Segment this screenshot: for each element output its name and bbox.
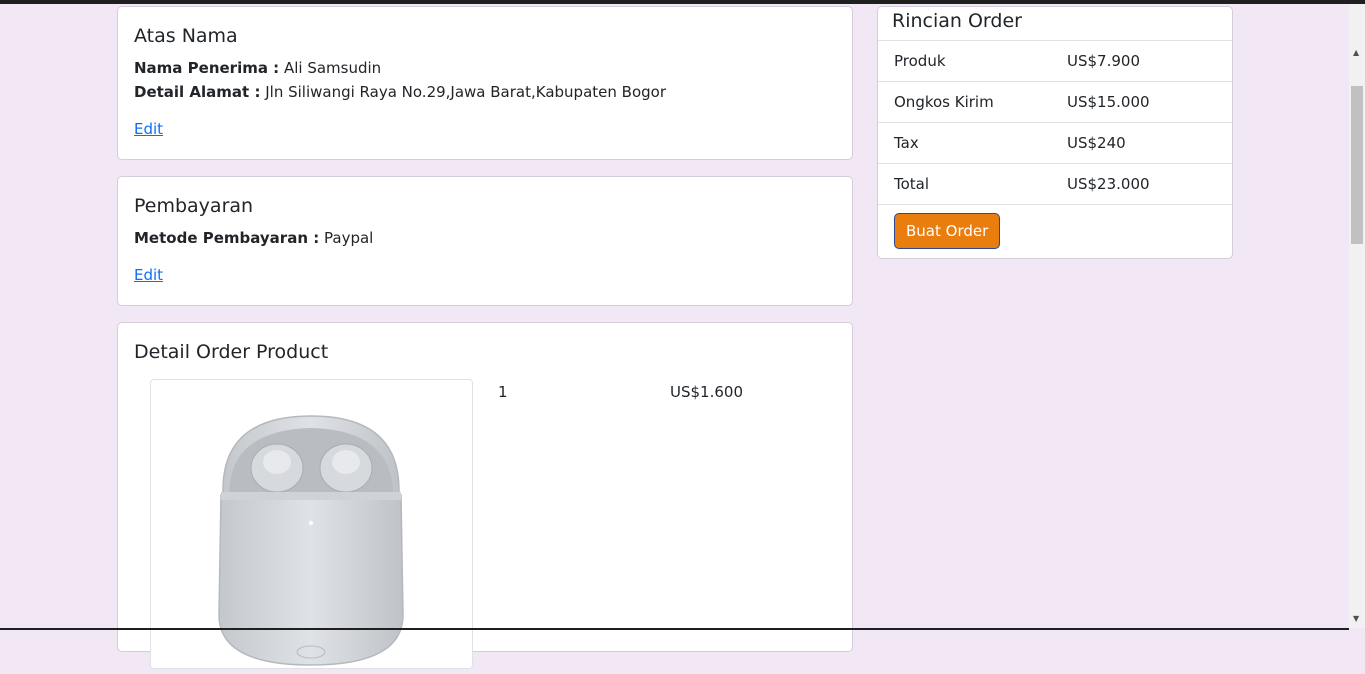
recipient-name-label: Nama Penerima :: [134, 58, 280, 77]
edit-recipient-link[interactable]: Edit: [134, 120, 163, 138]
order-detail-card: Detail Order Product 1 US$1.600: [117, 322, 853, 669]
browser-top-edge: [0, 0, 1365, 4]
scroll-up-icon[interactable]: ▲: [1353, 48, 1359, 57]
payment-method-label: Metode Pembayaran :: [134, 228, 320, 247]
summary-row-value: US$15.000: [1067, 92, 1150, 111]
recipient-card: Atas Nama Nama Penerima : Ali Samsudin D…: [117, 6, 853, 160]
summary-row-produk: Produk US$7.900: [878, 41, 1232, 82]
summary-row-tax: Tax US$240: [878, 123, 1232, 164]
address-line: Detail Alamat : Jln Siliwangi Raya No.29…: [134, 80, 836, 104]
payment-card: Pembayaran Metode Pembayaran : Paypal Ed…: [117, 176, 853, 306]
payment-title: Pembayaran: [134, 195, 254, 217]
product-image: [150, 379, 473, 669]
recipient-name-value: Ali Samsudin: [283, 58, 382, 77]
earbuds-case-icon: [218, 415, 404, 666]
edit-payment-link[interactable]: Edit: [134, 266, 163, 284]
summary-row-label: Total: [894, 174, 930, 193]
address-value: Jln Siliwangi Raya No.29,Jawa Barat,Kabu…: [265, 82, 666, 101]
recipient-title: Atas Nama: [134, 25, 238, 47]
recipient-name-line: Nama Penerima : Ali Samsudin: [134, 56, 836, 80]
order-summary-title: Rincian Order: [892, 10, 1022, 32]
product-price: US$1.600: [670, 383, 743, 401]
order-summary-card: Rincian Order Produk US$7.900 Ongkos Kir…: [877, 6, 1233, 259]
payment-method-line: Metode Pembayaran : Paypal: [134, 226, 836, 250]
summary-row-total: Total US$23.000: [878, 164, 1232, 205]
payment-method-value: Paypal: [324, 228, 374, 247]
summary-row-value: US$240: [1067, 133, 1126, 152]
summary-row-label: Tax: [894, 133, 919, 152]
summary-row-value: US$23.000: [1067, 174, 1150, 193]
scroll-down-icon[interactable]: ▼: [1353, 614, 1359, 623]
scrollbar-thumb[interactable]: [1351, 86, 1363, 244]
address-label: Detail Alamat :: [134, 82, 261, 101]
summary-row-label: Ongkos Kirim: [894, 92, 994, 111]
order-detail-title: Detail Order Product: [134, 341, 329, 363]
summary-row-label: Produk: [894, 51, 946, 70]
create-order-button[interactable]: Buat Order: [894, 212, 1001, 249]
summary-row-value: US$7.900: [1067, 51, 1140, 70]
product-quantity: 1: [498, 383, 508, 401]
summary-row-ongkos-kirim: Ongkos Kirim US$15.000: [878, 82, 1232, 123]
